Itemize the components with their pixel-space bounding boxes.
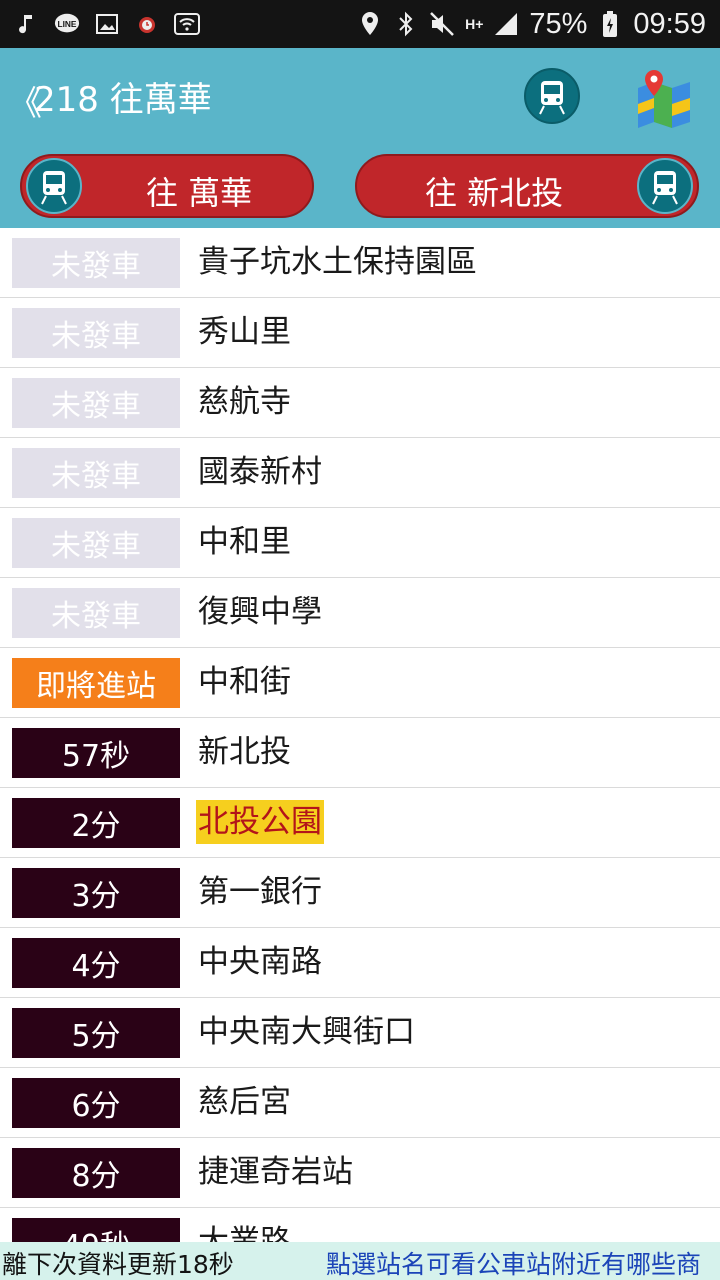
stop-name[interactable]: 中央南路 xyxy=(196,940,324,984)
arrival-status-badge: 6分 xyxy=(12,1078,180,1128)
arrival-status-badge: 未發車 xyxy=(12,588,180,638)
line-app-icon: LINE xyxy=(54,11,80,37)
list-item[interactable]: 6分 慈后宮 xyxy=(0,1068,720,1138)
stop-name[interactable]: 中和街 xyxy=(196,660,293,704)
list-item[interactable]: 未發車 秀山里 xyxy=(0,298,720,368)
stop-name[interactable]: 貴子坑水土保持園區 xyxy=(196,240,479,284)
alarm-icon xyxy=(134,11,160,37)
bus-icon xyxy=(26,158,82,214)
status-bar-notifications: LINE xyxy=(14,8,200,40)
stop-name[interactable]: 大業路 xyxy=(196,1220,293,1242)
arrival-status-badge: 未發車 xyxy=(12,238,180,288)
list-item[interactable]: 8分 捷運奇岩站 xyxy=(0,1138,720,1208)
arrival-status-badge: 未發車 xyxy=(12,308,180,358)
map-icon xyxy=(636,70,692,132)
arrival-status-badge: 8分 xyxy=(12,1148,180,1198)
app-bar: 《 218 往萬華 xyxy=(0,48,720,144)
arrival-status-badge: 5分 xyxy=(12,1008,180,1058)
status-bar: LINE H+ 75% 09:59 xyxy=(0,0,720,48)
clock: 09:59 xyxy=(633,7,706,40)
stop-name[interactable]: 新北投 xyxy=(196,730,293,774)
list-item[interactable]: 2分 北投公園 xyxy=(0,788,720,858)
stop-name[interactable]: 第一銀行 xyxy=(196,870,324,914)
list-item[interactable]: 57秒 新北投 xyxy=(0,718,720,788)
status-bar-system: H+ 75% 09:59 xyxy=(357,8,706,40)
arrival-status-badge: 57秒 xyxy=(12,728,180,778)
arrival-status-badge: 49秒 xyxy=(12,1218,180,1242)
stop-name[interactable]: 中和里 xyxy=(196,520,293,564)
list-item[interactable]: 即將進站 中和街 xyxy=(0,648,720,718)
list-item[interactable]: 5分 中央南大興街口 xyxy=(0,998,720,1068)
arrival-status-badge: 4分 xyxy=(12,938,180,988)
network-type-label: H+ xyxy=(465,16,484,32)
list-item[interactable]: 未發車 中和里 xyxy=(0,508,720,578)
arrival-status-badge: 未發車 xyxy=(12,448,180,498)
battery-percentage: 75% xyxy=(529,7,588,40)
update-countdown: 離下次資料更新18秒 xyxy=(2,1250,234,1279)
bluetooth-icon xyxy=(393,11,419,37)
arrival-status-badge: 即將進站 xyxy=(12,658,180,708)
bus-button[interactable] xyxy=(524,68,580,124)
location-icon xyxy=(357,11,383,37)
stop-name-highlighted[interactable]: 北投公園 xyxy=(196,800,324,844)
arrival-status-badge: 未發車 xyxy=(12,518,180,568)
direction-label: 往 萬華 xyxy=(146,174,253,212)
stop-name[interactable]: 中央南大興街口 xyxy=(196,1010,417,1054)
stop-name[interactable]: 慈后宮 xyxy=(196,1080,293,1124)
list-item[interactable]: 未發車 國泰新村 xyxy=(0,438,720,508)
mute-icon xyxy=(429,11,455,37)
list-item[interactable]: 49秒 大業路 xyxy=(0,1208,720,1242)
signal-icon xyxy=(493,11,519,37)
arrival-status-badge: 2分 xyxy=(12,798,180,848)
footer-bar: 離下次資料更新18秒 點選站名可看公車站附近有哪些商店 xyxy=(0,1242,720,1280)
list-item[interactable]: 3分 第一銀行 xyxy=(0,858,720,928)
image-icon xyxy=(94,11,120,37)
battery-icon xyxy=(597,11,623,37)
list-item[interactable]: 未發車 復興中學 xyxy=(0,578,720,648)
direction-label: 往 新北投 xyxy=(425,174,564,212)
stop-name[interactable]: 捷運奇岩站 xyxy=(196,1150,355,1194)
arrival-status-badge: 3分 xyxy=(12,868,180,918)
wifi-icon xyxy=(174,11,200,37)
stop-name[interactable]: 慈航寺 xyxy=(196,380,293,424)
list-item[interactable]: 4分 中央南路 xyxy=(0,928,720,998)
bus-icon xyxy=(526,81,578,126)
bus-icon xyxy=(637,158,693,214)
arrival-status-badge: 未發車 xyxy=(12,378,180,428)
map-button[interactable] xyxy=(636,68,692,128)
stop-name[interactable]: 國泰新村 xyxy=(196,450,324,494)
stop-list[interactable]: 未發車 貴子坑水土保持園區 未發車 秀山里 未發車 慈航寺 未發車 國泰新村 未… xyxy=(0,228,720,1242)
svg-text:LINE: LINE xyxy=(57,19,76,29)
direction-button-wanhua[interactable]: 往 萬華 xyxy=(20,154,314,218)
route-title: 218 往萬華 xyxy=(34,80,212,120)
music-note-icon xyxy=(14,11,40,37)
stop-name[interactable]: 復興中學 xyxy=(196,590,324,634)
direction-bar: 往 萬華 往 新北投 xyxy=(0,144,720,228)
list-item[interactable]: 未發車 慈航寺 xyxy=(0,368,720,438)
stop-name[interactable]: 秀山里 xyxy=(196,310,293,354)
direction-button-xinbeitou[interactable]: 往 新北投 xyxy=(355,154,699,218)
list-item[interactable]: 未發車 貴子坑水土保持園區 xyxy=(0,228,720,298)
nearby-shops-hint[interactable]: 點選站名可看公車站附近有哪些商店 xyxy=(326,1245,720,1280)
